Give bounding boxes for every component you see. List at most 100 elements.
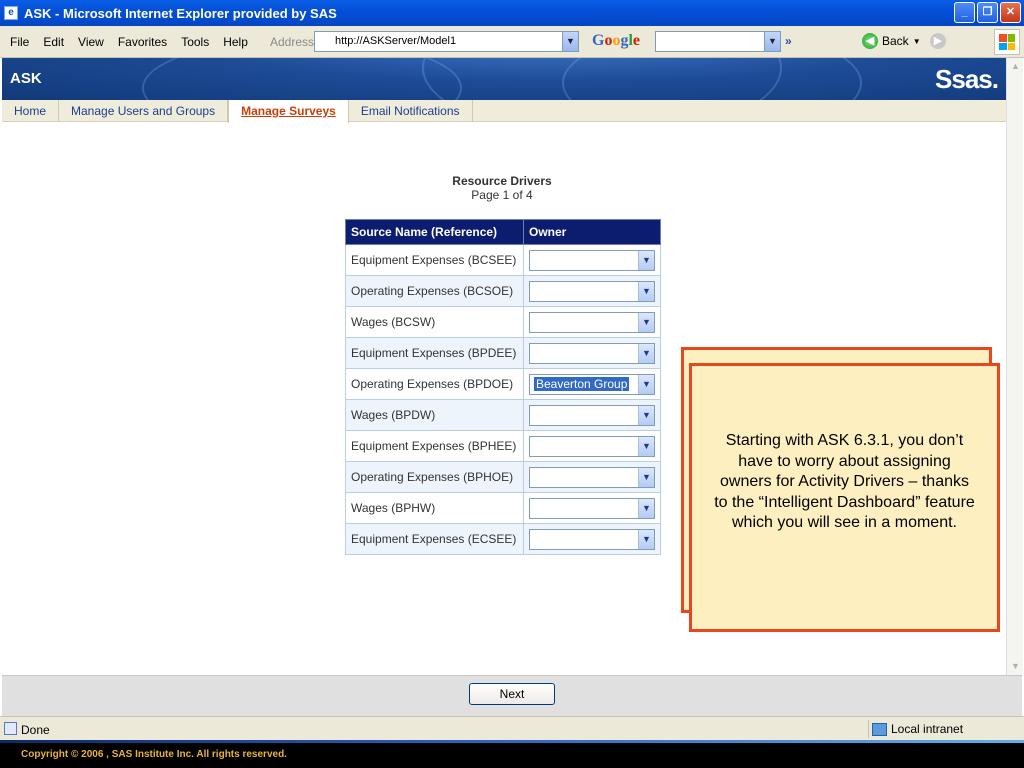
back-label: Back [882,34,909,48]
owner-select[interactable]: ▼ [529,280,655,302]
google-logo[interactable]: Google [592,32,640,50]
column-header-owner: Owner [523,219,661,245]
chevron-down-icon[interactable]: ▼ [638,250,654,270]
owner-cell: ▼ [523,244,661,276]
chevron-down-icon[interactable]: ▼ [638,343,654,363]
slide-footer: Copyright © 2006 , SAS Institute Inc. Al… [0,740,1024,768]
menu-edit[interactable]: Edit [43,35,64,49]
intranet-icon [872,722,887,736]
owner-cell: ▼ [523,430,661,462]
chevron-down-icon[interactable]: ▼ [638,529,654,549]
source-name-cell: Wages (BCSW) [345,306,524,338]
tab-manage-users-and-groups[interactable]: Manage Users and Groups [59,100,229,122]
menu-bar: File Edit View Favorites Tools Help Addr… [0,26,1024,58]
owner-cell: ▼ [523,461,661,493]
callout-text: Starting with ASK 6.3.1, you don’t have … [714,432,975,532]
menu-favorites[interactable]: Favorites [118,35,167,49]
tab-email-notifications[interactable]: Email Notifications [349,100,473,122]
tab-home[interactable]: Home [2,100,60,122]
owner-select[interactable]: Beaverton Group ▼ [529,373,655,395]
resource-drivers-table: Source Name (Reference) Owner Equipment … [345,219,661,555]
nav-tabs: Home Manage Users and Groups Manage Surv… [2,100,1006,123]
restore-button[interactable]: ❐ [977,2,998,23]
zone-label: Local intranet [891,722,964,736]
chevron-down-icon[interactable]: ▼ [638,467,654,487]
button-bar: Next [2,675,1022,716]
scroll-down-icon[interactable]: ▼ [1009,660,1022,673]
callout-note: Starting with ASK 6.3.1, you don’t have … [689,363,1000,632]
table-row: Operating Expenses (BPDOE) Beaverton Grou… [345,368,661,400]
table-row: Equipment Expenses (ECSEE) ▼ [345,523,661,555]
security-zone: Local intranet [872,722,963,736]
menu-tools[interactable]: Tools [181,35,209,49]
column-header-source: Source Name (Reference) [345,219,524,245]
vertical-scrollbar[interactable]: ▲ ▼ [1006,58,1023,675]
toolbar-more-chevron[interactable]: » [785,34,792,48]
copyright-text: Copyright © 2006 , SAS Institute Inc. Al… [21,749,287,760]
address-url: http://ASKServer/Model1 [335,35,457,47]
address-dropdown-icon[interactable]: ▼ [562,32,578,51]
owner-cell: ▼ [523,306,661,338]
chevron-down-icon[interactable]: ▼ [638,374,654,394]
table-row: Wages (BPHW) ▼ [345,492,661,524]
table-row: Equipment Expenses (BPDEE) ▼ [345,337,661,369]
google-search-input[interactable]: ▼ [655,31,781,52]
owner-select[interactable]: ▼ [529,249,655,271]
status-bar: Done Local intranet [0,716,1024,740]
owner-cell: ▼ [523,523,661,555]
chevron-down-icon[interactable]: ▼ [638,498,654,518]
address-label: Address [270,35,315,49]
owner-select[interactable]: ▼ [529,497,655,519]
owner-select[interactable]: ▼ [529,311,655,333]
menu-file[interactable]: File [10,35,29,49]
owner-select[interactable]: ▼ [529,404,655,426]
back-button[interactable]: ◀ Back ▼ [862,33,921,49]
source-name-cell: Equipment Expenses (BCSEE) [345,244,524,276]
chevron-down-icon[interactable]: ▼ [638,281,654,301]
google-dropdown-icon[interactable]: ▼ [764,32,780,51]
source-name-cell: Equipment Expenses (BPDEE) [345,337,524,369]
owner-value: Beaverton Group [532,375,631,392]
owner-select[interactable]: ▼ [529,342,655,364]
source-name-cell: Operating Expenses (BCSOE) [345,275,524,307]
table-row: Equipment Expenses (BCSEE) ▼ [345,244,661,276]
chevron-down-icon[interactable]: ▼ [638,405,654,425]
source-name-cell: Equipment Expenses (BPHEE) [345,430,524,462]
address-input[interactable]: http://ASKServer/Model1 ▼ [314,31,579,52]
windows-logo-icon [994,29,1020,55]
window-title-bar: e ASK - Microsoft Internet Explorer prov… [0,0,1024,26]
table-row: Operating Expenses (BCSOE) ▼ [345,275,661,307]
owner-cell: ▼ [523,492,661,524]
sas-logo: Ssas. [935,64,999,94]
window-title: ASK - Microsoft Internet Explorer provid… [24,5,337,21]
page-heading: Resource Drivers Page 1 of 4 [402,174,602,202]
ie-icon: e [4,6,18,20]
back-dropdown-icon[interactable]: ▼ [913,37,921,46]
table-row: Equipment Expenses (BPHEE) ▼ [345,430,661,462]
next-button[interactable]: Next [469,683,555,705]
owner-select[interactable]: ▼ [529,528,655,550]
scroll-up-icon[interactable]: ▲ [1009,60,1022,73]
owner-cell: ▼ [523,399,661,431]
tab-manage-surveys[interactable]: Manage Surveys [228,100,349,123]
owner-cell: ▼ [523,275,661,307]
forward-arrow-icon[interactable]: ▶ [930,33,946,49]
menu-view[interactable]: View [78,35,104,49]
chevron-down-icon[interactable]: ▼ [638,436,654,456]
owner-select[interactable]: ▼ [529,435,655,457]
owner-cell: ▼ [523,337,661,369]
table-row: Operating Expenses (BPHOE) ▼ [345,461,661,493]
menu-help[interactable]: Help [223,35,248,49]
minimize-button[interactable]: _ [954,2,975,23]
table-row: Wages (BPDW) ▼ [345,399,661,431]
back-arrow-icon: ◀ [862,33,878,49]
owner-select[interactable]: ▼ [529,466,655,488]
chevron-down-icon[interactable]: ▼ [638,312,654,332]
owner-cell: Beaverton Group ▼ [523,368,661,400]
status-text: Done [21,723,50,737]
table-row: Wages (BCSW) ▼ [345,306,661,338]
page-indicator: Page 1 of 4 [471,188,533,202]
app-banner: ASK Ssas. [2,58,1006,100]
page-done-icon [4,722,17,735]
close-button[interactable]: ✕ [1000,2,1021,23]
